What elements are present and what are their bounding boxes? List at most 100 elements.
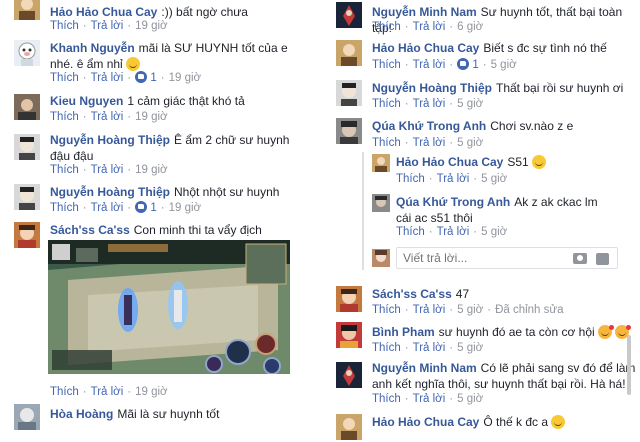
like-count-icon[interactable] [135, 201, 148, 213]
avatar[interactable] [14, 94, 40, 120]
timestamp[interactable]: 5 giờ [457, 342, 483, 354]
comment-item: Nguyễn Hoàng Thiệp Nhột nhột sư huynh Thí… [0, 182, 316, 220]
like-link[interactable]: Thích [50, 202, 79, 214]
like-link[interactable]: Thích [372, 59, 401, 71]
avatar[interactable] [14, 404, 40, 430]
reply-input-box[interactable] [396, 247, 618, 269]
like-link[interactable]: Thích [372, 137, 401, 149]
comment-actions: Thích · Trả lời · 1 · 5 giờ [372, 58, 517, 71]
commenter-name[interactable]: Kieu Nguyen [50, 94, 123, 108]
commenter-name[interactable]: Nguyễn Hoàng Thiệp [50, 133, 170, 147]
like-count[interactable]: 1 [150, 202, 156, 214]
commenter-name[interactable]: Nguyễn Minh Nam [372, 361, 477, 375]
like-count[interactable]: 1 [150, 72, 156, 84]
like-count[interactable]: 1 [472, 59, 478, 71]
avatar[interactable] [336, 286, 362, 312]
avatar[interactable] [14, 0, 40, 20]
timestamp[interactable]: 5 giờ [481, 226, 507, 238]
commenter-name[interactable]: Hảo Hảo Chua Cay [50, 5, 157, 19]
reply-link[interactable]: Trả lời [437, 173, 470, 185]
timestamp[interactable]: 19 giờ [135, 20, 167, 32]
avatar[interactable] [14, 40, 40, 66]
timestamp[interactable]: 6 giờ [457, 21, 483, 33]
commenter-name[interactable]: Hảo Hảo Chua Cay [372, 415, 479, 429]
like-link[interactable]: Thích [372, 393, 401, 405]
avatar[interactable] [336, 362, 362, 388]
commenter-name[interactable]: Hòa Hoàng [50, 407, 113, 421]
commenter-name[interactable]: Hảo Hảo Chua Cay [396, 155, 503, 169]
reply-link[interactable]: Trả lời [91, 386, 124, 398]
timestamp[interactable]: 19 giờ [135, 164, 167, 176]
avatar[interactable] [372, 154, 390, 172]
like-link[interactable]: Thích [50, 72, 79, 84]
reply-link[interactable]: Trả lời [91, 20, 124, 32]
commenter-name[interactable]: Sách'ss Ca'ss [372, 287, 452, 301]
current-user-avatar [372, 249, 390, 267]
avatar[interactable] [336, 2, 362, 28]
timestamp[interactable]: 5 giờ [457, 304, 483, 316]
commenter-name[interactable]: Khanh Nguyễn [50, 41, 135, 55]
like-link[interactable]: Thích [50, 164, 79, 176]
commenter-name[interactable]: Nguyễn Hoàng Thiệp [50, 185, 170, 199]
like-count-icon[interactable] [135, 71, 148, 83]
reply-link[interactable]: Trả lời [413, 98, 446, 110]
like-link[interactable]: Thích [396, 173, 425, 185]
like-link[interactable]: Thích [372, 342, 401, 354]
avatar[interactable] [336, 414, 362, 440]
reply-link[interactable]: Trả lời [91, 72, 124, 84]
commenter-name[interactable]: Qúa Khứ Trong Anh [396, 195, 510, 209]
avatar[interactable] [372, 194, 390, 212]
comment-actions: Thích · Trả lời · 5 giờ [372, 393, 484, 405]
like-link[interactable]: Thích [372, 304, 401, 316]
timestamp[interactable]: 5 giờ [457, 137, 483, 149]
reply-link[interactable]: Trả lời [413, 21, 446, 33]
timestamp[interactable]: 19 giờ [169, 202, 201, 214]
commenter-name[interactable]: Nguyễn Minh Nam [372, 5, 477, 19]
commenter-name[interactable]: Bình Pham [372, 325, 435, 339]
sticker-icon[interactable] [596, 253, 609, 265]
timestamp[interactable]: 19 giờ [135, 386, 167, 398]
reply-link[interactable]: Trả lời [413, 137, 446, 149]
like-link[interactable]: Thích [396, 226, 425, 238]
timestamp[interactable]: 5 giờ [457, 98, 483, 110]
like-link[interactable]: Thích [50, 111, 79, 123]
avatar[interactable] [336, 80, 362, 106]
commenter-name[interactable]: Nguyễn Hoàng Thiệp [372, 81, 492, 95]
avatar[interactable] [336, 40, 362, 66]
avatar[interactable] [14, 134, 40, 160]
commenter-name[interactable]: Sách'ss Ca'ss [50, 223, 130, 237]
like-link[interactable]: Thích [372, 98, 401, 110]
like-link[interactable]: Thích [372, 21, 401, 33]
like-link[interactable]: Thích [50, 386, 79, 398]
comment-text: Con minh thi ta vẩy địch [133, 223, 262, 237]
reply-link[interactable]: Trả lời [413, 393, 446, 405]
like-link[interactable]: Thích [50, 20, 79, 32]
commenter-name[interactable]: Qúa Khứ Trong Anh [372, 119, 486, 133]
reply-link[interactable]: Trả lời [413, 59, 446, 71]
like-count-icon[interactable] [457, 58, 470, 70]
comment-item: Hảo Hảo Chua Cay Biết s đc sự tình nó thế… [328, 38, 640, 76]
timestamp[interactable]: 5 giờ [481, 173, 507, 185]
reply-input[interactable] [403, 251, 563, 265]
reply-link[interactable]: Trả lời [437, 226, 470, 238]
camera-icon[interactable] [573, 253, 587, 264]
reply-link[interactable]: Trả lời [91, 202, 124, 214]
reply-link[interactable]: Trả lời [91, 164, 124, 176]
timestamp[interactable]: 19 giờ [169, 72, 201, 84]
scrollbar-thumb[interactable] [627, 335, 631, 395]
timestamp[interactable]: 5 giờ [457, 393, 483, 405]
reply-link[interactable]: Trả lời [413, 342, 446, 354]
reply-link[interactable]: Trả lời [91, 111, 124, 123]
avatar[interactable] [14, 184, 40, 210]
avatar[interactable] [14, 222, 40, 248]
comment-actions: Thích · Trả lời · 6 giờ [372, 21, 484, 33]
comment-actions: Thích · Trả lời · 5 giờ [372, 98, 484, 110]
avatar[interactable] [336, 118, 362, 144]
edited-label[interactable]: Đã chỉnh sửa [495, 304, 563, 316]
reply-link[interactable]: Trả lời [413, 304, 446, 316]
timestamp[interactable]: 19 giờ [135, 111, 167, 123]
timestamp[interactable]: 5 giờ [491, 59, 517, 71]
game-screenshot-image[interactable] [48, 240, 290, 374]
commenter-name[interactable]: Hảo Hảo Chua Cay [372, 41, 479, 55]
avatar[interactable] [336, 322, 362, 348]
